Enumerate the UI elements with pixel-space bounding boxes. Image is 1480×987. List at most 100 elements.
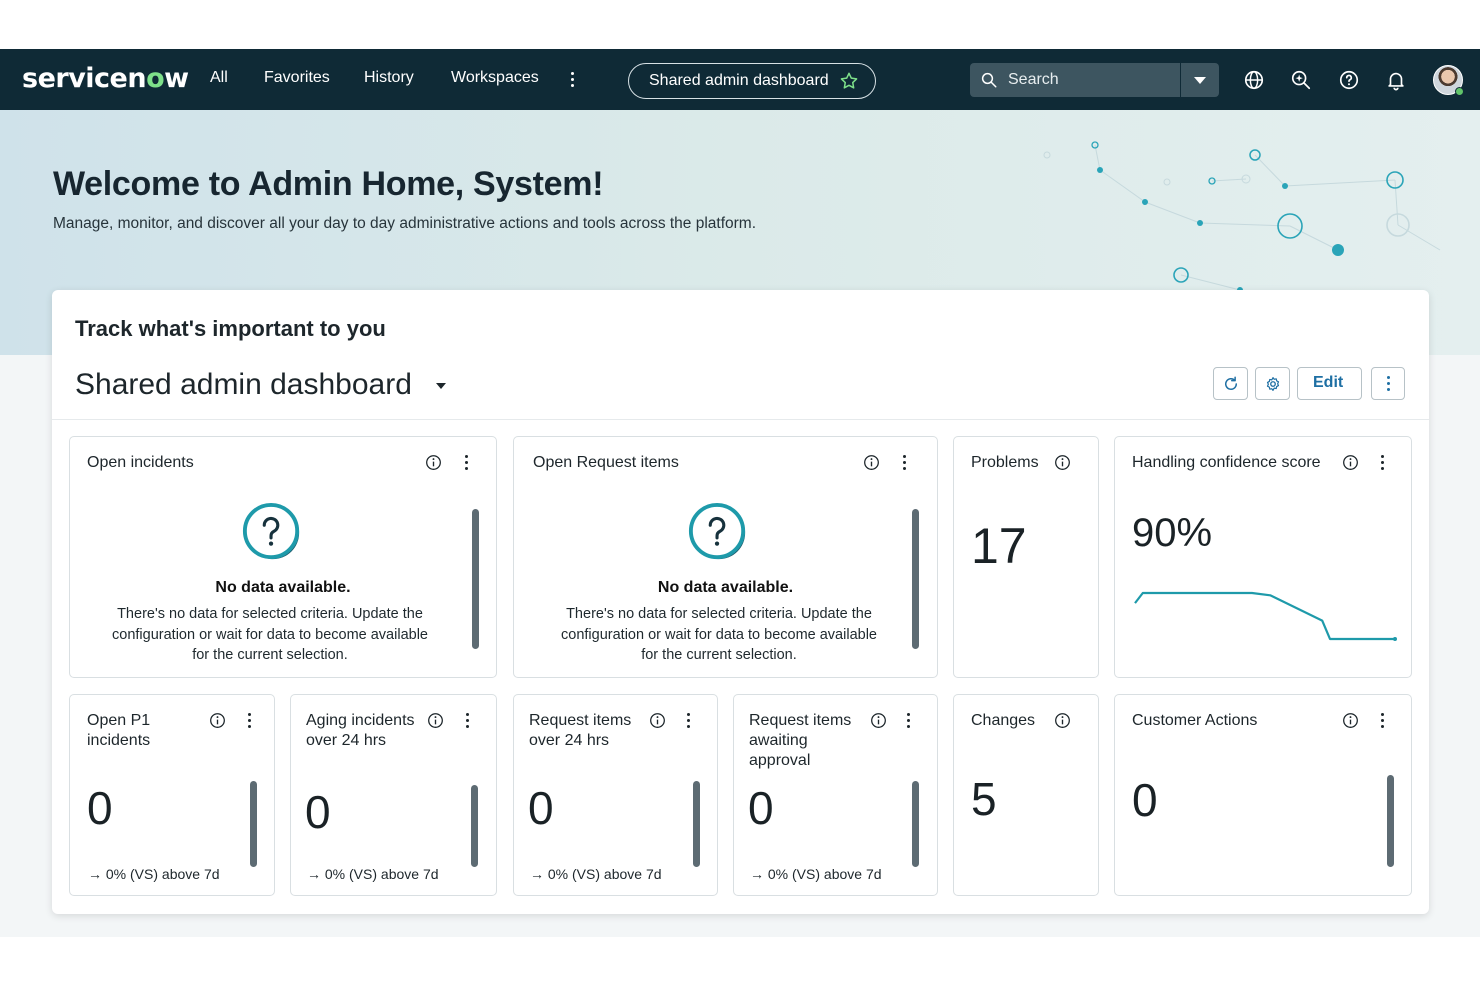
app-frame: servicenow All Favorites History Workspa… <box>0 49 1480 937</box>
info-icon[interactable] <box>209 712 226 729</box>
dashboard-more-button[interactable] <box>1371 367 1405 400</box>
widget-title: Request items awaiting approval <box>749 712 852 769</box>
servicenow-logo[interactable]: servicenow <box>22 63 189 94</box>
metric-value[interactable]: 0 <box>87 781 113 835</box>
metric-value[interactable]: 17 <box>971 517 1027 575</box>
widget-title: Aging incidents over 24 hrs <box>306 712 415 749</box>
info-icon[interactable] <box>863 454 880 471</box>
no-data-title: No data available. <box>657 579 794 596</box>
widget-title: Handling confidence score <box>1132 454 1321 471</box>
scrollbar[interactable] <box>471 785 478 867</box>
dashboard-selector[interactable]: Shared admin dashboard <box>75 368 412 402</box>
trend-indicator: → 0% (VS) above 7d <box>530 866 662 882</box>
no-data-description: There's no data for selected criteria. U… <box>112 606 428 663</box>
sparkle-search-icon[interactable] <box>1290 69 1312 91</box>
widget-request-items-awaiting-approval: Request items awaiting approval 0 → 0% (… <box>733 694 938 896</box>
info-icon[interactable] <box>1054 454 1071 471</box>
track-heading: Track what's important to you <box>75 316 386 341</box>
metric-value[interactable]: 90% <box>1132 511 1212 556</box>
nav-more-icon[interactable] <box>571 72 575 90</box>
scrollbar[interactable] <box>912 509 919 649</box>
nav-all[interactable]: All <box>210 69 228 87</box>
online-status-indicator <box>1455 87 1464 96</box>
scrollbar[interactable] <box>472 509 479 649</box>
widget-title: Changes <box>971 712 1036 729</box>
info-icon[interactable] <box>649 712 666 729</box>
bell-icon[interactable] <box>1385 69 1407 91</box>
sparkline-end-point <box>1393 637 1397 641</box>
page-title: Welcome to Admin Home, System! <box>53 165 604 203</box>
widget-handling-confidence: Handling confidence score 90% <box>1114 436 1412 678</box>
widget-title: Open P1 incidents <box>87 712 151 749</box>
question-icon <box>242 502 300 560</box>
scrollbar[interactable] <box>693 781 700 867</box>
widget-title: Request items over 24 hrs <box>529 712 632 749</box>
info-icon[interactable] <box>425 454 442 471</box>
kebab-icon[interactable] <box>1381 455 1385 470</box>
kebab-icon[interactable] <box>903 455 907 470</box>
sparkline-chart <box>1134 591 1397 641</box>
refresh-icon <box>1225 376 1237 390</box>
info-icon[interactable] <box>1054 712 1071 729</box>
trend-indicator: → 0% (VS) above 7d <box>307 866 439 882</box>
widget-open-incidents: Open incidents No data available. There'… <box>69 436 497 678</box>
top-navigation: servicenow All Favorites History Workspa… <box>0 49 1480 110</box>
scrollbar[interactable] <box>250 781 257 867</box>
info-icon[interactable] <box>427 712 444 729</box>
widget-open-request-items: Open Request items No data available. Th… <box>513 436 938 678</box>
search-input[interactable] <box>1008 69 1168 91</box>
widget-open-p1-incidents: Open P1 incidents 0 → 0% (VS) above 7d <box>69 694 275 896</box>
widget-title: Open Request items <box>533 454 679 471</box>
search-scope-dropdown[interactable] <box>1181 63 1219 97</box>
info-icon[interactable] <box>870 712 887 729</box>
gear-icon <box>1266 377 1280 391</box>
metric-value[interactable]: 5 <box>971 772 997 826</box>
metric-value[interactable]: 0 <box>305 785 331 839</box>
metric-value[interactable]: 0 <box>1132 773 1158 827</box>
question-icon <box>688 502 746 560</box>
kebab-icon <box>1387 376 1391 394</box>
widget-changes: Changes 5 <box>953 694 1099 896</box>
caret-down-icon[interactable] <box>436 383 446 389</box>
widget-problems: Problems 17 <box>953 436 1099 678</box>
widget-title: Customer Actions <box>1132 712 1258 729</box>
edit-button[interactable]: Edit <box>1297 367 1362 400</box>
context-pill-label: Shared admin dashboard <box>649 72 829 89</box>
settings-button[interactable] <box>1255 367 1290 400</box>
metric-value[interactable]: 0 <box>528 781 554 835</box>
scrollbar[interactable] <box>1387 775 1394 867</box>
kebab-icon[interactable] <box>248 713 252 728</box>
globe-icon[interactable] <box>1243 69 1265 91</box>
page-subtitle: Manage, monitor, and discover all your d… <box>53 215 757 232</box>
widget-title: Problems <box>971 454 1039 471</box>
info-icon[interactable] <box>1342 454 1359 471</box>
info-icon[interactable] <box>1342 712 1359 729</box>
nav-workspaces[interactable]: Workspaces <box>451 69 539 87</box>
widget-aging-incidents: Aging incidents over 24 hrs 0 → 0% (VS) … <box>290 694 497 896</box>
widget-request-items-over-24: Request items over 24 hrs 0 → 0% (VS) ab… <box>513 694 718 896</box>
kebab-icon[interactable] <box>687 713 691 728</box>
search-icon <box>981 72 997 88</box>
sparkline-series <box>1134 591 1395 641</box>
no-data-title: No data available. <box>215 579 351 596</box>
star-icon[interactable] <box>839 71 859 91</box>
widget-customer-actions: Customer Actions 0 <box>1114 694 1412 896</box>
global-search[interactable] <box>970 63 1180 97</box>
kebab-icon[interactable] <box>465 455 469 470</box>
kebab-icon[interactable] <box>466 713 470 728</box>
metric-value[interactable]: 0 <box>748 781 774 835</box>
nav-favorites[interactable]: Favorites <box>264 69 330 87</box>
scrollbar[interactable] <box>912 781 919 867</box>
refresh-button[interactable] <box>1213 367 1248 400</box>
dashboard-card: Track what's important to you Shared adm… <box>52 290 1429 914</box>
user-avatar[interactable] <box>1433 65 1464 96</box>
kebab-icon[interactable] <box>1381 713 1385 728</box>
trend-indicator: → 0% (VS) above 7d <box>88 866 220 882</box>
divider <box>52 419 1429 420</box>
trend-indicator: → 0% (VS) above 7d <box>750 866 882 882</box>
help-icon[interactable] <box>1338 69 1360 91</box>
context-pill[interactable]: Shared admin dashboard <box>628 63 876 99</box>
no-data-description: There's no data for selected criteria. U… <box>561 606 877 663</box>
nav-history[interactable]: History <box>364 69 414 87</box>
kebab-icon[interactable] <box>907 713 911 728</box>
